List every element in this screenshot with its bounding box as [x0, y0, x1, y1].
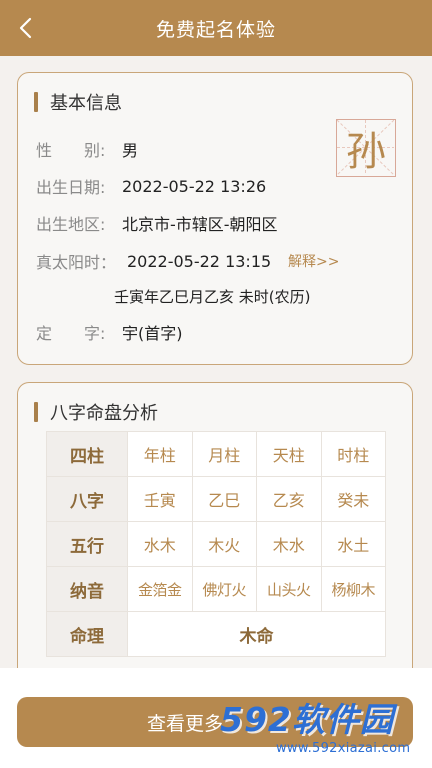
table-cell: 杨柳木 [320, 566, 386, 612]
table-cell: 木水 [256, 521, 322, 567]
solar-time-label: 真太阳时： [36, 253, 117, 272]
chevron-left-icon [19, 17, 32, 39]
bazi-card: 八字命盘分析 四柱 年柱 月柱 天柱 时柱 八字 壬寅 乙巳 乙亥 癸未 五行 … [17, 382, 413, 682]
info-row-fixed-char: 定 字: 宇(首字) [36, 320, 183, 344]
info-row-birth-date: 出生日期: 2022-05-22 13:26 [36, 174, 266, 198]
basic-info-card: 基本信息 孙 性 别: 男 出生日期: 2022-05-22 13:26 出生地… [17, 72, 413, 365]
table-row: 八字 壬寅 乙巳 乙亥 癸未 [46, 476, 386, 522]
gender-value: 男 [122, 141, 139, 160]
view-more-label: 查看更多 [146, 712, 223, 735]
table-cell: 癸未 [320, 476, 386, 522]
heading-accent-bar [34, 92, 38, 112]
row-header: 纳音 [46, 566, 128, 612]
bazi-table: 四柱 年柱 月柱 天柱 时柱 八字 壬寅 乙巳 乙亥 癸未 五行 水木 木火 木… [46, 431, 386, 657]
table-row: 命理 木命 [46, 611, 386, 657]
info-row-birth-region: 出生地区: 北京市-市辖区-朝阳区 [36, 211, 278, 235]
basic-info-heading: 基本信息 [34, 89, 122, 115]
row-header: 命理 [46, 611, 128, 657]
bazi-heading: 八字命盘分析 [34, 399, 158, 425]
info-row-gender: 性 别: 男 [36, 137, 138, 161]
row-header: 八字 [46, 476, 128, 522]
table-cell: 乙巳 [191, 476, 257, 522]
row-header: 四柱 [46, 431, 128, 477]
table-row: 四柱 年柱 月柱 天柱 时柱 [46, 431, 386, 477]
birth-date-value: 2022-05-22 13:26 [122, 176, 267, 196]
table-row: 纳音 金箔金 佛灯火 山头火 杨柳木 [46, 566, 386, 612]
table-cell: 月柱 [191, 431, 257, 477]
mingli-value: 木命 [127, 611, 386, 657]
page-title: 免费起名体验 [155, 18, 276, 41]
solar-time-value: 2022-05-22 13:15 [127, 251, 272, 271]
back-button[interactable] [10, 12, 42, 44]
table-cell: 壬寅 [127, 476, 193, 522]
table-cell: 水木 [127, 521, 193, 567]
table-cell: 年柱 [127, 431, 193, 477]
bazi-title: 八字命盘分析 [50, 403, 158, 424]
table-cell: 时柱 [320, 431, 386, 477]
surname-character: 孙 [346, 129, 386, 175]
heading-accent-bar [34, 402, 38, 422]
table-cell: 金箔金 [127, 566, 193, 612]
watermark-logo-text: 592软件园 [220, 700, 394, 739]
basic-info-title: 基本信息 [50, 93, 122, 114]
gender-label: 性 别: [36, 141, 106, 160]
birth-region-value: 北京市-市辖区-朝阳区 [122, 215, 278, 234]
table-cell: 水土 [320, 521, 386, 567]
row-header: 五行 [46, 521, 128, 567]
table-cell: 山头火 [256, 566, 322, 612]
lunar-date-text: 壬寅年乙巳月乙亥 未时(农历) [114, 288, 311, 306]
table-row: 五行 水木 木火 木水 水土 [46, 521, 386, 567]
top-bar: 免费起名体验 [0, 0, 432, 56]
fixed-char-label: 定 字: [36, 324, 106, 343]
watermark-url: www.592xiazai.com [276, 741, 411, 756]
table-cell: 佛灯火 [191, 566, 257, 612]
watermark: 592软件园 www.592xiazai.com [216, 697, 430, 765]
surname-box: 孙 [336, 119, 396, 177]
birth-date-label: 出生日期: [36, 178, 106, 197]
info-row-solar-time: 真太阳时： 2022-05-22 13:15 [36, 249, 271, 273]
fixed-char-value: 宇(首字) [122, 324, 183, 343]
table-cell: 乙亥 [256, 476, 322, 522]
birth-region-label: 出生地区: [36, 215, 106, 234]
table-cell: 木火 [191, 521, 257, 567]
explain-link[interactable]: 解释>> [288, 251, 339, 271]
table-cell: 天柱 [256, 431, 322, 477]
